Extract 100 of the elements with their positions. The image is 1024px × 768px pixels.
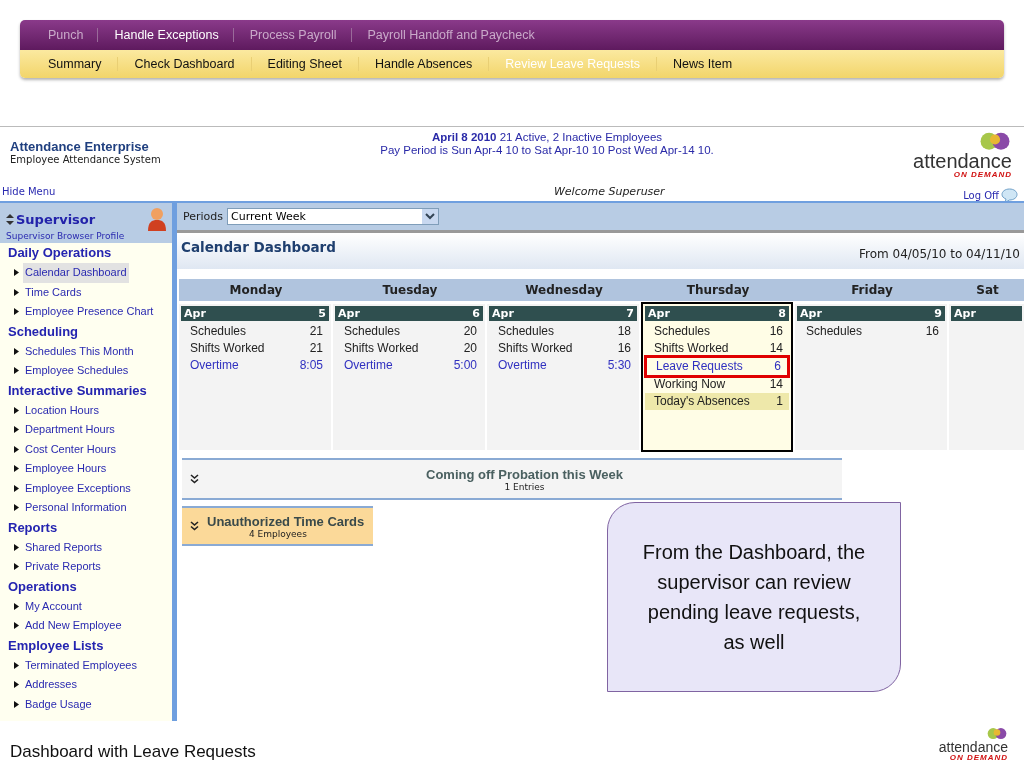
day-name: Wednesday: [487, 279, 641, 301]
logo-tagline: ON DEMAND: [949, 754, 1008, 762]
stat-link-row[interactable]: Overtime 8:05: [181, 357, 329, 374]
triangle-bullet-icon: [14, 602, 19, 610]
slide-caption: Dashboard with Leave Requests: [10, 742, 256, 762]
date-range: From 04/05/10 to 04/11/10: [859, 247, 1020, 261]
triangle-bullet-icon: [14, 622, 19, 630]
menu-item[interactable]: Badge Usage: [23, 694, 94, 714]
nav-tab[interactable]: Punch: [38, 28, 98, 42]
menu-item[interactable]: Shared Reports: [23, 537, 105, 557]
day-card[interactable]: Apr 8 Schedules 16 Shifts Worked 14 Leave Requests 6 Working Now 14 Today's Absences 1: [641, 302, 793, 452]
pay-period-text: Pay Period is Sun Apr-4 10 to Sat Apr-10 10 Post Wed Apr-14 10.: [380, 144, 714, 157]
periods-select[interactable]: Current Week: [227, 208, 440, 225]
menu-item[interactable]: Employee Hours: [23, 459, 109, 479]
stat-row-text: Schedules 20: [343, 323, 478, 340]
nav-tab[interactable]: Payroll Handoff and Paycheck: [350, 28, 549, 42]
double-chevron-icon[interactable]: [190, 521, 199, 531]
menu-item[interactable]: Employee Presence Chart: [23, 302, 156, 322]
menu-item[interactable]: Add New Employee: [23, 616, 124, 636]
triangle-bullet-icon: [14, 308, 19, 316]
menu-item[interactable]: Schedules This Month: [23, 341, 136, 361]
highlighted-stat-row[interactable]: Leave Requests 6: [647, 358, 787, 375]
menu-heading: Scheduling: [7, 322, 80, 341]
status-text: April 8 2010 21 Active, 2 Inactive Employees: [431, 131, 663, 144]
triangle-bullet-icon: [14, 563, 19, 571]
triangle-bullet-icon: [14, 406, 19, 414]
day-card[interactable]: Apr 5 Schedules 21 Shifts Worked 21 Overtime 8:05: [179, 304, 331, 450]
month-bar: Apr 5: [181, 306, 329, 321]
menu-heading: Employee Lists: [7, 636, 105, 655]
menu-item[interactable]: Calendar Dashboard: [23, 263, 129, 283]
log-off-link[interactable]: Log Off: [963, 189, 999, 201]
periods-label: Periods: [183, 210, 224, 223]
triangle-bullet-icon: [14, 661, 19, 669]
menu-item[interactable]: Terminated Employees: [23, 655, 139, 675]
menu-heading: Interactive Summaries: [7, 381, 148, 400]
menu-heading: Daily Operations: [7, 244, 113, 262]
month-bar: Apr 6: [335, 306, 483, 321]
sub-nav-tab[interactable]: Handle Absences: [357, 57, 489, 71]
summary-panel[interactable]: Unauthorized Time Cards 4 Employees: [182, 506, 373, 546]
triangle-bullet-icon: [14, 504, 19, 512]
day-name: Sat: [949, 279, 1024, 301]
menu-heading: Reports: [7, 518, 59, 537]
triangle-bullet-icon: [14, 288, 19, 296]
stat-row-text: Shifts Worked 14: [653, 340, 784, 357]
up-down-arrows-icon[interactable]: [6, 213, 14, 225]
sub-nav-tab[interactable]: Editing Sheet: [250, 57, 358, 71]
hide-menu-link[interactable]: Hide Menu: [2, 185, 56, 197]
menu-item[interactable]: Employee Schedules: [23, 361, 131, 381]
callout-note: From the Dashboard, the supervisor can review pending leave requests, as well: [607, 502, 901, 692]
menu-item[interactable]: Cost Center Hours: [23, 439, 119, 459]
sub-nav-tab[interactable]: Check Dashboard: [117, 57, 251, 71]
triangle-bullet-icon: [14, 269, 19, 277]
triangle-bullet-icon: [14, 543, 19, 551]
triangle-bullet-icon: [14, 347, 19, 355]
welcome-text: Welcome Superuser: [553, 184, 665, 198]
triangle-bullet-icon: [14, 465, 19, 473]
day-card[interactable]: Apr 7 Schedules 18 Shifts Worked 16 Overtime 5:30: [487, 304, 639, 450]
triangle-bullet-icon: [14, 700, 19, 708]
sub-nav-tab[interactable]: News Item: [656, 57, 749, 71]
triangle-bullet-icon: [14, 367, 19, 375]
summary-panel[interactable]: Coming off Probation this Week 1 Entries: [182, 458, 842, 500]
panel-count: 4 Employees: [249, 528, 307, 539]
nav-tab[interactable]: Process Payroll: [232, 28, 351, 42]
stat-link-row[interactable]: Overtime 5:30: [489, 357, 637, 374]
day-card[interactable]: Apr: [949, 304, 1024, 450]
menu-item[interactable]: Private Reports: [23, 557, 103, 577]
sidebar-title: Supervisor: [16, 211, 96, 227]
day-card[interactable]: Apr 6 Schedules 20 Shifts Worked 20 Overtime 5:00: [333, 304, 485, 450]
profile-link[interactable]: Supervisor Browser Profile: [6, 231, 166, 241]
menu-item[interactable]: Personal Information: [23, 498, 129, 518]
menu-item[interactable]: Department Hours: [23, 420, 117, 440]
sub-nav-tab[interactable]: Summary: [38, 57, 118, 71]
stat-row-text: Working Now 14: [653, 376, 784, 393]
triangle-bullet-icon: [14, 681, 19, 689]
nav-tab[interactable]: Handle Exceptions: [97, 28, 233, 42]
stat-row-text: Schedules 21: [189, 323, 324, 340]
brand-title: Attendance Enterprise: [10, 139, 150, 154]
triangle-bullet-icon: [14, 426, 19, 434]
user-avatar-icon: [148, 207, 166, 231]
stat-row-text: Shifts Worked 16: [497, 340, 632, 357]
triangle-bullet-icon: [14, 445, 19, 453]
stat-link-row[interactable]: Overtime 5:00: [335, 357, 483, 374]
menu-item[interactable]: Location Hours: [23, 400, 101, 420]
menu-item[interactable]: Addresses: [23, 675, 79, 695]
logo-word: attendance: [938, 740, 1008, 754]
double-chevron-icon[interactable]: [190, 474, 199, 484]
brand-subtitle: Employee Attendance System: [10, 154, 162, 165]
stat-row-text: Schedules 16: [805, 323, 940, 340]
day-name: Friday: [795, 279, 949, 301]
menu-heading: Operations: [7, 577, 78, 596]
logo-tagline: ON DEMAND: [953, 171, 1012, 180]
help-bubble-icon[interactable]: [1001, 187, 1018, 203]
menu-item[interactable]: Time Cards: [23, 282, 84, 302]
day-name: Monday: [179, 279, 333, 301]
menu-item[interactable]: Employee Exceptions: [23, 478, 133, 498]
logo-balls-icon: [986, 726, 1008, 740]
stat-row-text: Shifts Worked 20: [343, 340, 478, 357]
day-card[interactable]: Apr 9 Schedules 16: [795, 304, 947, 450]
month-bar: Apr 7: [489, 306, 637, 321]
menu-item[interactable]: My Account: [23, 596, 84, 616]
